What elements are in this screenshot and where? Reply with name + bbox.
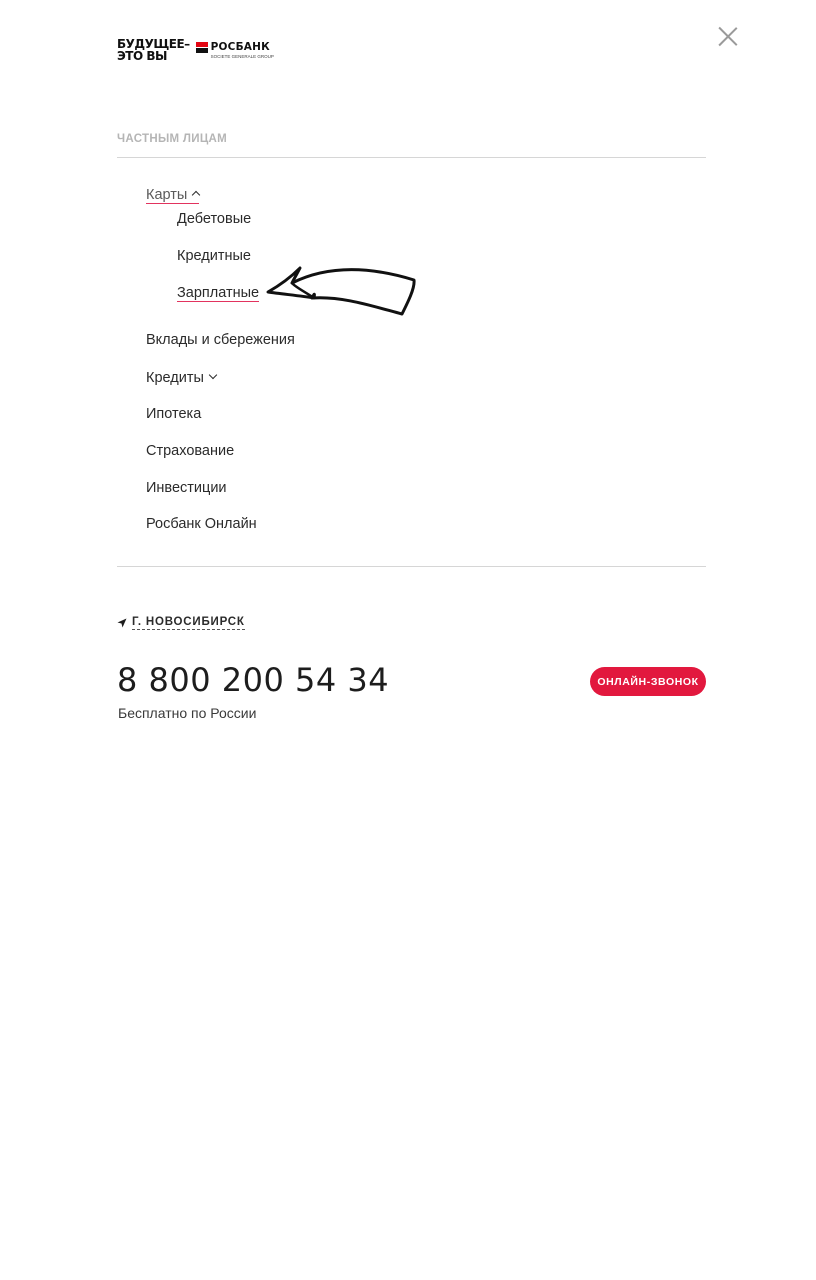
menu-item-cards[interactable]: Карты bbox=[146, 187, 201, 204]
hand-drawn-arrow-icon bbox=[266, 266, 416, 316]
chevron-up-icon bbox=[192, 190, 201, 200]
menu-item-cards-label: Карты bbox=[146, 187, 201, 204]
close-icon[interactable] bbox=[717, 26, 738, 47]
menu-item-credits[interactable]: Кредиты bbox=[146, 370, 218, 386]
menu-item-online[interactable]: Росбанк Онлайн bbox=[146, 516, 257, 532]
menu-item-insurance[interactable]: Страхование bbox=[146, 443, 234, 459]
submenu-item-salary-label: Зарплатные bbox=[177, 285, 260, 302]
logo-brand-name: РОСБАНК bbox=[210, 41, 270, 53]
logo-slogan: БУДУЩЕЕ– ЭТО ВЫ bbox=[117, 38, 190, 62]
logo-subtitle: SOCIETE GENERALE GROUP bbox=[210, 54, 274, 59]
divider bbox=[117, 157, 706, 158]
online-call-button[interactable]: ОНЛАЙН-ЗВОНОК bbox=[590, 667, 706, 696]
section-title: ЧАСТНЫМ ЛИЦАМ bbox=[117, 133, 227, 145]
societe-generale-mark-icon bbox=[195, 41, 208, 53]
menu-item-mortgage[interactable]: Ипотека bbox=[146, 406, 201, 422]
location-arrow-icon bbox=[117, 618, 127, 628]
menu-item-credits-label: Кредиты bbox=[146, 370, 204, 386]
city-selector[interactable]: Г. НОВОСИБИРСК bbox=[117, 616, 245, 630]
menu-item-investments[interactable]: Инвестиции bbox=[146, 480, 227, 496]
chevron-down-icon bbox=[208, 370, 218, 380]
logo-slogan-line2: ЭТО ВЫ bbox=[117, 49, 167, 63]
phone-note: Бесплатно по России bbox=[118, 705, 257, 721]
divider bbox=[117, 566, 706, 567]
submenu-item-credit[interactable]: Кредитные bbox=[177, 248, 251, 264]
logo-brand: РОСБАНК SOCIETE GENERALE GROUP bbox=[195, 41, 274, 59]
city-name: Г. НОВОСИБИРСК bbox=[132, 616, 245, 630]
logo[interactable]: БУДУЩЕЕ– ЭТО ВЫ РОСБАНК SOCIETE GENERALE… bbox=[117, 38, 274, 62]
menu-item-deposits[interactable]: Вклады и сбережения bbox=[146, 332, 295, 348]
submenu-item-debit[interactable]: Дебетовые bbox=[177, 211, 251, 227]
phone-number[interactable]: 8 800 200 54 34 bbox=[117, 661, 389, 699]
submenu-item-salary[interactable]: Зарплатные bbox=[177, 285, 260, 302]
